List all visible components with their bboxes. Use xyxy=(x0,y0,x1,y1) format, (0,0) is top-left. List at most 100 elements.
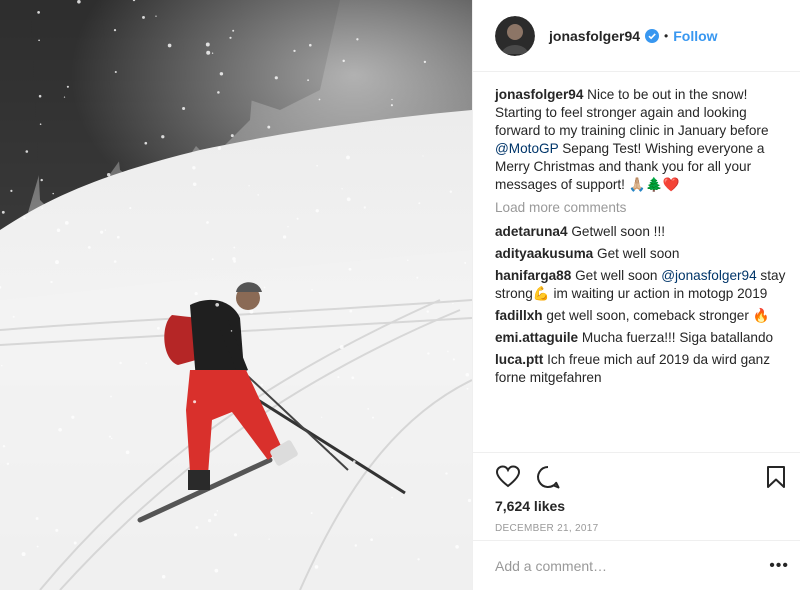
snowflake xyxy=(321,416,323,418)
comment-item: adityaakusuma Get well soon xyxy=(495,245,787,263)
snowflake xyxy=(230,134,234,138)
snowflake xyxy=(114,70,117,74)
snowflake xyxy=(10,189,13,192)
snowflake xyxy=(422,155,424,157)
post-photo[interactable] xyxy=(0,0,472,590)
snowflake xyxy=(337,376,340,379)
snowflake xyxy=(349,309,353,313)
comment-text: get well soon, comeback stronger 🔥 xyxy=(546,308,770,323)
comment-username[interactable]: emi.attaguile xyxy=(495,330,578,345)
comment-bubble-icon[interactable] xyxy=(535,464,561,490)
caption-mention[interactable]: @MotoGP xyxy=(495,141,558,156)
snowflake xyxy=(205,42,210,47)
snowflake xyxy=(35,517,39,520)
snowflake xyxy=(307,79,310,82)
snowflake xyxy=(257,194,260,196)
snowflake xyxy=(318,98,321,101)
load-more-comments-button[interactable]: Load more comments xyxy=(495,200,787,215)
snowflake xyxy=(260,383,264,387)
likes-count[interactable]: 7,624 likes xyxy=(495,498,789,514)
snowflake xyxy=(370,538,373,542)
snowflake xyxy=(464,261,467,264)
snowflake xyxy=(144,141,148,145)
comment-item: adetaruna4 Getwell soon !!! xyxy=(495,223,787,241)
snowflake xyxy=(310,512,313,515)
follow-button[interactable]: Follow xyxy=(673,28,717,44)
add-comment-input[interactable] xyxy=(495,557,770,574)
snowflake xyxy=(316,164,318,167)
avatar[interactable] xyxy=(495,15,535,56)
snowflake xyxy=(356,38,359,41)
caption-username[interactable]: jonasfolger94 xyxy=(495,87,583,102)
snowflake xyxy=(417,558,420,561)
header-username[interactable]: jonasfolger94 xyxy=(549,28,640,44)
snowflake xyxy=(330,451,332,453)
snowflake xyxy=(215,302,220,307)
bookmark-icon[interactable] xyxy=(763,464,789,490)
snowflake xyxy=(116,235,120,239)
snowflake xyxy=(87,246,91,249)
snowflake xyxy=(6,462,10,465)
snowflake xyxy=(311,289,313,291)
snowflake xyxy=(353,460,356,463)
post-date: DECEMBER 21, 2017 xyxy=(495,523,599,534)
snowflake xyxy=(157,326,160,330)
snowflake xyxy=(363,206,366,209)
comment-username[interactable]: hanifarga88 xyxy=(495,268,571,283)
snowflake xyxy=(25,150,29,153)
snowflake xyxy=(100,230,104,234)
comment-username[interactable]: fadillxh xyxy=(495,308,543,323)
snowflake xyxy=(423,60,427,64)
comment-text: Get well soon xyxy=(597,246,680,261)
post-header: jonasfolger94 • Follow xyxy=(473,0,800,72)
skier-photo xyxy=(0,0,472,590)
snowflake xyxy=(249,309,254,314)
more-options-icon[interactable]: ••• xyxy=(769,557,789,575)
snowflake xyxy=(161,135,165,139)
snowflake xyxy=(73,541,77,545)
snowflake xyxy=(233,246,236,249)
post-actions: 7,624 likes DECEMBER 21, 2017 xyxy=(473,452,800,534)
snowflake xyxy=(55,260,59,265)
snowflake xyxy=(55,528,59,532)
comment-text: Getwell soon !!! xyxy=(571,224,666,239)
snowflake xyxy=(263,286,266,289)
snowflake xyxy=(309,43,312,47)
snowflake xyxy=(233,533,238,537)
snowflake xyxy=(63,96,66,98)
heart-icon[interactable] xyxy=(495,464,521,490)
comment-text: Get well soon xyxy=(575,268,662,283)
snowflake xyxy=(348,267,352,271)
snowflake xyxy=(367,408,370,410)
snowflake xyxy=(206,221,209,224)
snowflake xyxy=(248,185,250,187)
snowflake xyxy=(465,372,470,377)
snowflake xyxy=(314,565,319,569)
snowflake xyxy=(211,258,214,261)
action-icons xyxy=(495,460,789,494)
snowflake xyxy=(213,513,217,517)
snowflake xyxy=(267,125,271,129)
header-separator: • xyxy=(664,28,669,43)
comment-username[interactable]: luca.ptt xyxy=(495,352,543,367)
snowflake xyxy=(418,202,421,205)
snowflake xyxy=(287,225,289,228)
snowflake xyxy=(293,49,296,53)
snowflake xyxy=(230,330,233,332)
snowflake xyxy=(354,544,358,547)
snowflake xyxy=(351,376,355,380)
comment-text: Mucha fuerza!!! Siga batallando xyxy=(581,330,774,345)
snowflake xyxy=(452,358,455,361)
comment-mention[interactable]: @jonasfolger94 xyxy=(661,268,756,283)
snowflake xyxy=(40,178,43,182)
snowflake xyxy=(219,72,224,76)
snowflake xyxy=(232,29,235,32)
snowflake xyxy=(113,29,117,32)
snowflake xyxy=(391,98,393,101)
comment-username[interactable]: adetaruna4 xyxy=(495,224,568,239)
comment-username[interactable]: adityaakusuma xyxy=(495,246,593,261)
snowflake xyxy=(445,472,448,475)
snowflake xyxy=(268,538,270,540)
snowflake xyxy=(427,352,430,355)
snowflake xyxy=(346,197,351,202)
